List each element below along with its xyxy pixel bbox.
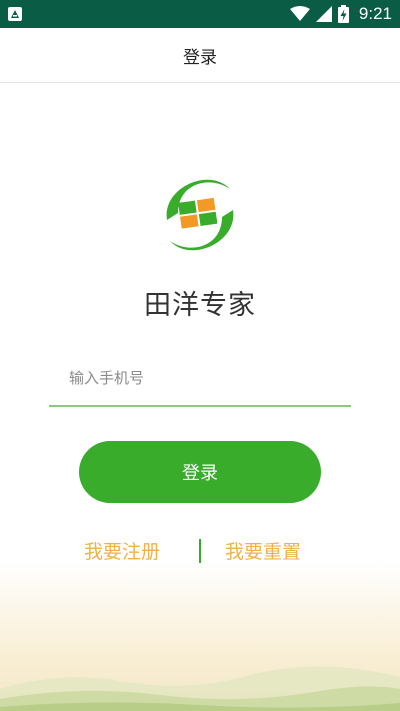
status-time: 9:21: [358, 4, 392, 23]
account-links: 我要注册 我要重置: [0, 533, 400, 567]
links-divider: [199, 539, 201, 563]
page-title: 登录: [183, 47, 217, 68]
background-hills: [0, 666, 400, 711]
app-notification-icon: [8, 7, 22, 21]
register-link[interactable]: 我要注册: [84, 537, 160, 564]
login-button[interactable]: 登录: [79, 441, 321, 503]
nav-bar: 登录: [0, 28, 400, 83]
app-name: 田洋专家: [144, 290, 256, 321]
wifi-icon: [289, 6, 310, 21]
signal-icon: [315, 6, 332, 22]
tianyang-logo-icon: [166, 179, 234, 251]
reset-link[interactable]: 我要重置: [225, 537, 301, 564]
phone-number-input[interactable]: [49, 351, 351, 407]
status-icons: 9:21: [289, 0, 392, 28]
login-content: 田洋专家 登录 我要注册 我要重置: [0, 83, 400, 711]
battery-charging-icon: [337, 5, 349, 23]
status-bar: 9:21: [0, 0, 400, 28]
